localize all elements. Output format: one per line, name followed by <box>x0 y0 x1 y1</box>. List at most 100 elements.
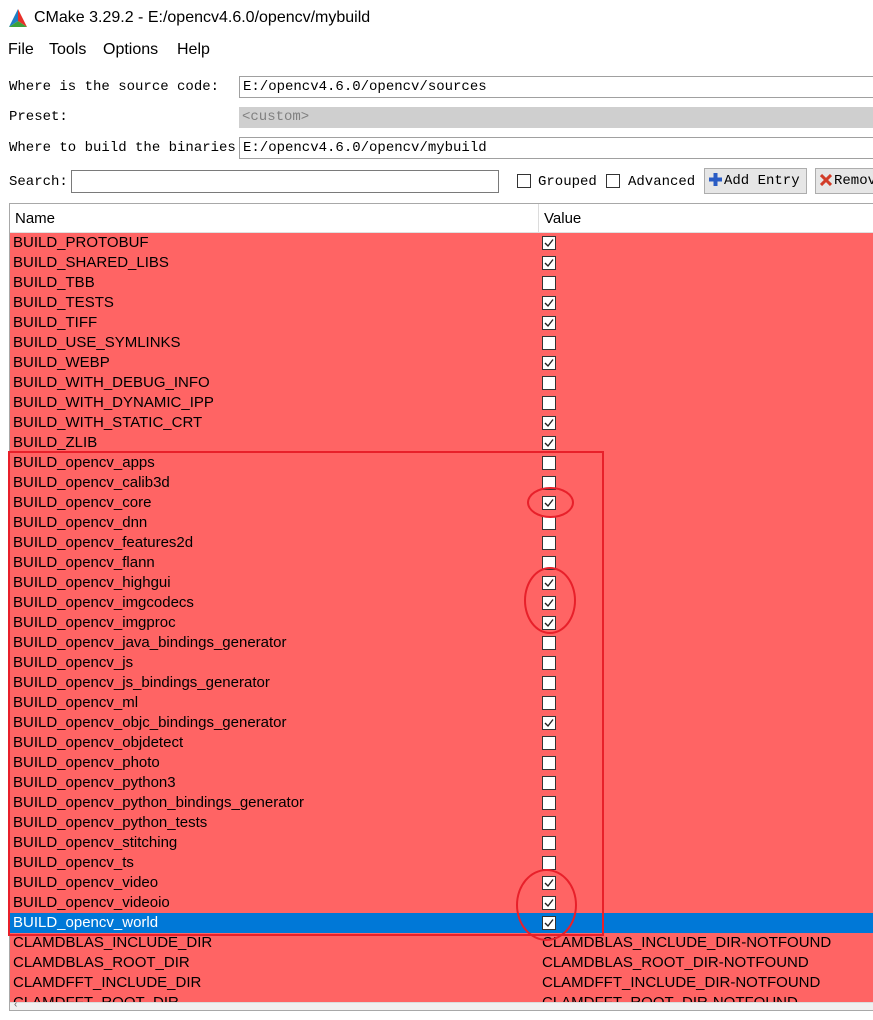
entry-checkbox[interactable] <box>542 596 556 610</box>
table-row[interactable]: BUILD_WITH_STATIC_CRT <box>10 413 873 433</box>
table-row[interactable]: BUILD_opencv_js <box>10 653 873 673</box>
entry-checkbox[interactable] <box>542 556 556 570</box>
entry-checkbox[interactable] <box>542 416 556 430</box>
entry-value[interactable]: CLAMDBLAS_ROOT_DIR-NOTFOUND <box>542 954 809 972</box>
column-header-name[interactable]: Name <box>15 210 55 227</box>
table-row[interactable]: BUILD_opencv_js_bindings_generator <box>10 673 873 693</box>
entry-checkbox[interactable] <box>542 456 556 470</box>
entry-checkbox[interactable] <box>542 356 556 370</box>
table-row[interactable]: CLAMDFFT_INCLUDE_DIR CLAMDFFT_INCLUDE_DIR… <box>10 973 873 993</box>
entry-checkbox[interactable] <box>542 676 556 690</box>
menu-file[interactable]: File <box>8 41 34 59</box>
table-row[interactable]: BUILD_opencv_python3 <box>10 773 873 793</box>
entry-checkbox[interactable] <box>542 616 556 630</box>
entry-checkbox[interactable] <box>542 656 556 670</box>
table-row[interactable]: BUILD_opencv_ml <box>10 693 873 713</box>
entry-checkbox[interactable] <box>542 476 556 490</box>
entry-checkbox[interactable] <box>542 896 556 910</box>
table-row[interactable]: BUILD_opencv_videoio <box>10 893 873 913</box>
entry-checkbox[interactable] <box>542 776 556 790</box>
entry-checkbox[interactable] <box>542 396 556 410</box>
column-divider[interactable] <box>538 204 539 232</box>
advanced-checkbox[interactable] <box>606 174 620 188</box>
entry-checkbox[interactable] <box>542 516 556 530</box>
entry-checkbox[interactable] <box>542 316 556 330</box>
table-row[interactable]: BUILD_TIFF <box>10 313 873 333</box>
entry-checkbox[interactable] <box>542 376 556 390</box>
table-row[interactable]: BUILD_opencv_highgui <box>10 573 873 593</box>
entry-checkbox[interactable] <box>542 876 556 890</box>
preset-field[interactable]: <custom> <box>239 107 873 128</box>
table-row[interactable]: BUILD_PROTOBUF <box>10 233 873 253</box>
table-row[interactable]: BUILD_WITH_DYNAMIC_IPP <box>10 393 873 413</box>
table-row[interactable]: BUILD_opencv_java_bindings_generator <box>10 633 873 653</box>
table-row[interactable]: BUILD_opencv_stitching <box>10 833 873 853</box>
entry-name: BUILD_opencv_apps <box>13 454 155 471</box>
table-row[interactable]: BUILD_opencv_dnn <box>10 513 873 533</box>
entry-checkbox[interactable] <box>542 536 556 550</box>
entry-checkbox[interactable] <box>542 496 556 510</box>
entry-checkbox[interactable] <box>542 856 556 870</box>
horizontal-scrollbar[interactable]: ‹ <box>10 999 873 1010</box>
binaries-path-field[interactable]: E:/opencv4.6.0/opencv/mybuild <box>239 137 873 159</box>
table-row[interactable]: BUILD_opencv_imgcodecs <box>10 593 873 613</box>
entry-name: BUILD_TBB <box>13 274 95 291</box>
entry-checkbox[interactable] <box>542 636 556 650</box>
table-row[interactable]: BUILD_opencv_imgproc <box>10 613 873 633</box>
checkmark-icon <box>544 299 554 308</box>
entry-checkbox[interactable] <box>542 336 556 350</box>
entry-checkbox[interactable] <box>542 296 556 310</box>
scroll-left-icon[interactable]: ‹ <box>14 999 17 1010</box>
table-row[interactable]: BUILD_opencv_apps <box>10 453 873 473</box>
entry-checkbox[interactable] <box>542 436 556 450</box>
entry-checkbox[interactable] <box>542 576 556 590</box>
table-row[interactable]: BUILD_WITH_DEBUG_INFO <box>10 373 873 393</box>
table-row[interactable]: BUILD_opencv_objc_bindings_generator <box>10 713 873 733</box>
entry-name: BUILD_opencv_java_bindings_generator <box>13 634 287 651</box>
table-row[interactable]: BUILD_TBB <box>10 273 873 293</box>
table-row[interactable]: BUILD_opencv_video <box>10 873 873 893</box>
table-row[interactable]: BUILD_opencv_flann <box>10 553 873 573</box>
menu-tools[interactable]: Tools <box>49 41 86 59</box>
grouped-checkbox[interactable] <box>517 174 531 188</box>
entry-checkbox[interactable] <box>542 736 556 750</box>
entry-checkbox[interactable] <box>542 796 556 810</box>
table-row[interactable]: CLAMDBLAS_ROOT_DIR CLAMDBLAS_ROOT_DIR-NOT… <box>10 953 873 973</box>
table-row[interactable]: BUILD_WEBP <box>10 353 873 373</box>
checkmark-icon <box>544 919 554 928</box>
entry-name: BUILD_PROTOBUF <box>13 234 149 251</box>
table-row[interactable]: BUILD_opencv_python_tests <box>10 813 873 833</box>
entry-value[interactable]: CLAMDFFT_INCLUDE_DIR-NOTFOUND <box>542 974 820 992</box>
entry-checkbox[interactable] <box>542 916 556 930</box>
table-row[interactable]: BUILD_USE_SYMLINKS <box>10 333 873 353</box>
entry-checkbox[interactable] <box>542 756 556 770</box>
column-header-value[interactable]: Value <box>544 210 581 227</box>
menu-help[interactable]: Help <box>177 41 210 59</box>
add-entry-button[interactable]: Add Entry <box>704 168 807 194</box>
table-row[interactable]: BUILD_TESTS <box>10 293 873 313</box>
entry-checkbox[interactable] <box>542 696 556 710</box>
table-row[interactable]: BUILD_opencv_world <box>10 913 873 933</box>
entry-checkbox[interactable] <box>542 236 556 250</box>
entry-checkbox[interactable] <box>542 816 556 830</box>
entry-checkbox[interactable] <box>542 836 556 850</box>
entry-checkbox[interactable] <box>542 716 556 730</box>
remove-x-icon <box>820 174 832 186</box>
table-row[interactable]: BUILD_SHARED_LIBS <box>10 253 873 273</box>
table-row[interactable]: BUILD_opencv_python_bindings_generator <box>10 793 873 813</box>
table-row[interactable]: BUILD_opencv_features2d <box>10 533 873 553</box>
search-input[interactable] <box>71 170 499 193</box>
table-row[interactable]: BUILD_opencv_ts <box>10 853 873 873</box>
entry-value[interactable]: CLAMDBLAS_INCLUDE_DIR-NOTFOUND <box>542 934 831 952</box>
menu-options[interactable]: Options <box>103 41 158 59</box>
entry-checkbox[interactable] <box>542 256 556 270</box>
table-row[interactable]: BUILD_opencv_core <box>10 493 873 513</box>
source-path-field[interactable]: E:/opencv4.6.0/opencv/sources <box>239 76 873 98</box>
remove-entry-button[interactable]: Remov <box>815 168 873 194</box>
table-row[interactable]: BUILD_opencv_objdetect <box>10 733 873 753</box>
table-row[interactable]: BUILD_opencv_photo <box>10 753 873 773</box>
entry-checkbox[interactable] <box>542 276 556 290</box>
table-row[interactable]: BUILD_opencv_calib3d <box>10 473 873 493</box>
table-row[interactable]: BUILD_ZLIB <box>10 433 873 453</box>
table-row[interactable]: CLAMDBLAS_INCLUDE_DIR CLAMDBLAS_INCLUDE_D… <box>10 933 873 953</box>
